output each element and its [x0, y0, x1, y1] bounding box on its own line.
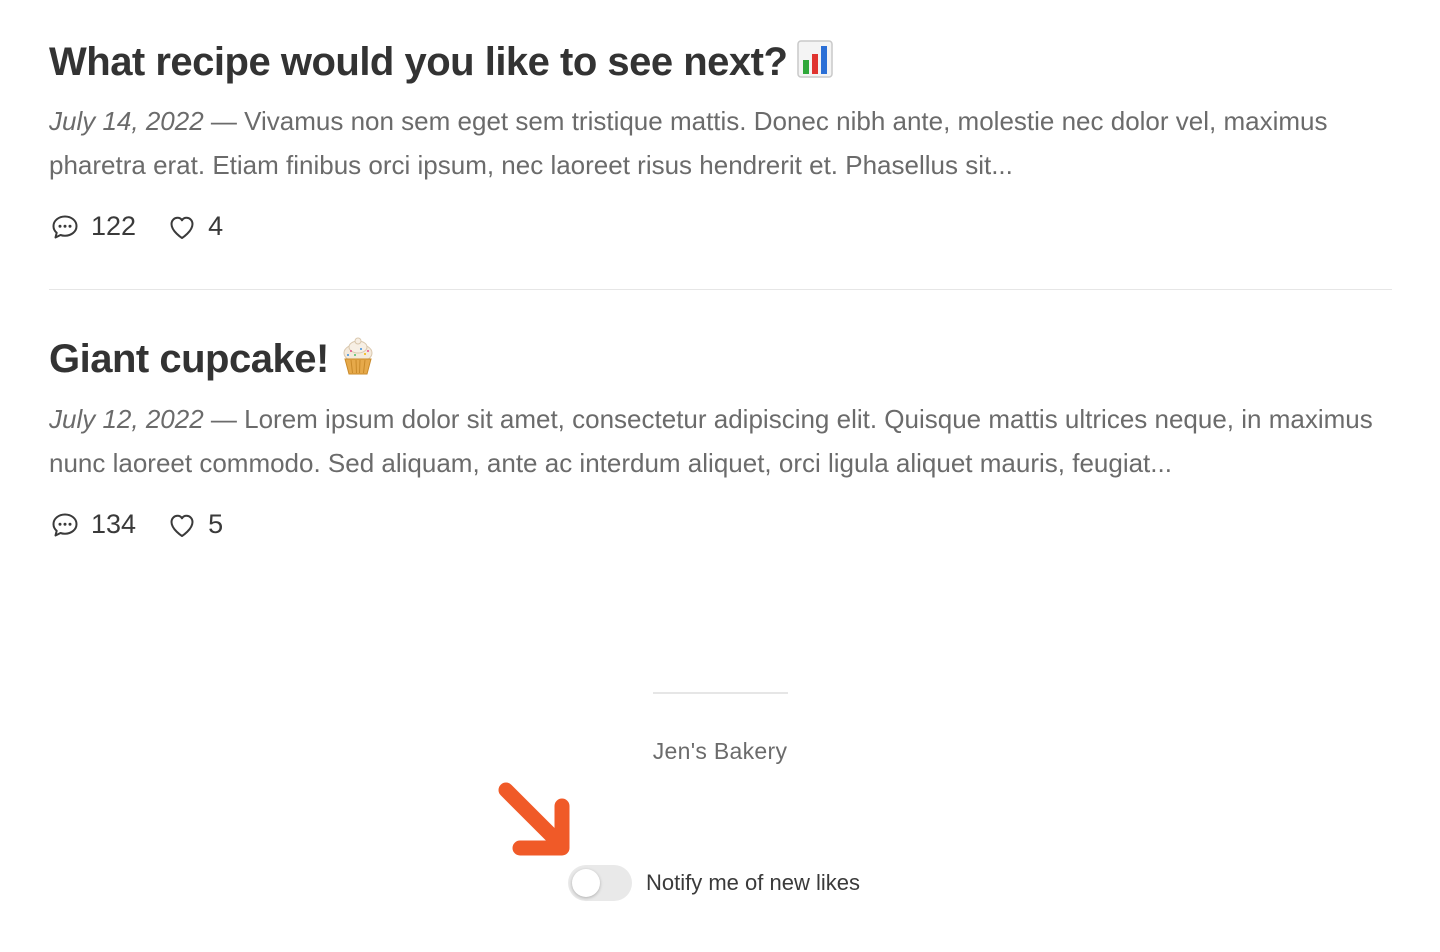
like-button[interactable]: 5 [166, 509, 223, 541]
like-button[interactable]: 4 [166, 211, 223, 243]
bar-chart-emoji-icon [797, 40, 834, 89]
post-excerpt: July 14, 2022 — Vivamus non sem eget sem… [49, 99, 1392, 187]
post-title[interactable]: What recipe would you like to see next? [49, 38, 1392, 89]
like-count: 5 [208, 509, 224, 540]
post-date: July 12, 2022 [49, 403, 204, 434]
notify-likes-toggle[interactable] [568, 865, 632, 901]
notify-likes-label[interactable]: Notify me of new likes [646, 870, 860, 896]
notify-setting: Notify me of new likes [568, 864, 860, 902]
comments-button[interactable]: 122 [49, 211, 136, 243]
post-divider [49, 289, 1392, 290]
post-meta: 134 5 [49, 505, 1392, 545]
post-title[interactable]: Giant cupcake! [49, 335, 1392, 387]
cupcake-emoji-icon [339, 336, 377, 387]
post-meta: 122 4 [49, 207, 1392, 247]
comments-button[interactable]: 134 [49, 509, 136, 541]
site-name: Jen's Bakery [652, 738, 788, 764]
post-item: Giant cupcake! July 12, 2022 — Lorem ips… [49, 335, 1392, 545]
post-title-text[interactable]: Giant cupcake! [49, 337, 329, 381]
heart-icon [166, 509, 198, 541]
arrow-annotation-icon [498, 782, 570, 856]
heart-icon [166, 211, 198, 243]
post-excerpt-text: Lorem ipsum dolor sit amet, consectetur … [49, 403, 1373, 478]
comment-count: 134 [91, 509, 137, 540]
post-title-text[interactable]: What recipe would you like to see next? [49, 40, 788, 84]
toggle-knob [572, 869, 600, 897]
post-item: What recipe would you like to see next? … [49, 38, 1392, 247]
post-excerpt: July 12, 2022 — Lorem ipsum dolor sit am… [49, 397, 1392, 485]
comment-icon [49, 509, 81, 541]
date-separator: — [203, 403, 245, 434]
footer-divider [653, 692, 788, 694]
like-count: 4 [208, 211, 224, 242]
comment-icon [49, 211, 81, 243]
post-date: July 14, 2022 [49, 105, 204, 136]
comment-count: 122 [91, 211, 137, 242]
date-separator: — [203, 105, 245, 136]
